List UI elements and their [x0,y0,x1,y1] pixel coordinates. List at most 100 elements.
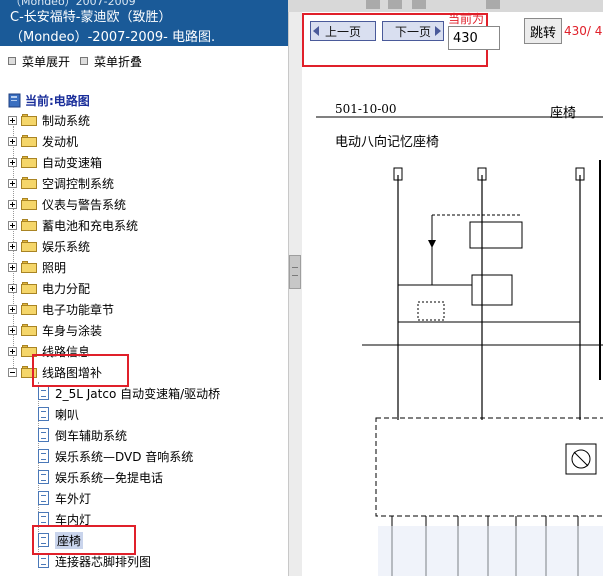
page-number-input[interactable] [448,26,500,50]
expand-icon [8,57,16,65]
expand-icon[interactable] [8,199,17,209]
arrow-right-icon [435,26,441,36]
folder-icon [21,240,37,252]
expand-icon[interactable] [8,283,17,293]
document-title-bar: （Mondeo）2007-2009 C-长安福特-蒙迪欧（致胜） （Mondeo… [0,0,288,46]
expand-icon[interactable] [8,346,17,356]
folder-icon [21,282,37,294]
folder-icon [21,324,37,336]
window-top-strip [288,0,603,12]
scrollbar-thumb[interactable] [289,255,301,289]
tree-item-label: 照明 [42,260,67,275]
expand-icon[interactable] [8,178,17,188]
document-title-line-1: C-长安福特-蒙迪欧（致胜） [10,10,172,25]
tree-item-label: 发动机 [42,134,79,149]
expand-icon[interactable] [8,304,17,314]
tree-item-lighting[interactable]: 照明 [8,257,66,277]
tree-child-label: 倒车辅助系统 [55,428,128,443]
expand-menu-button[interactable]: 菜单展开 [8,53,70,70]
expand-icon[interactable] [8,220,17,230]
next-page-button[interactable]: 下一页 [382,21,444,41]
expand-menu-label: 菜单展开 [22,54,71,69]
tree-item-automatic-transmission[interactable]: 自动变速箱 [8,152,102,172]
previous-page-label: 上一页 [324,24,361,39]
collapse-menu-label: 菜单折叠 [94,54,143,69]
document-icon [38,470,49,484]
tree-item-body-paint[interactable]: 车身与涂装 [8,320,102,340]
tree-item-label: 自动变速箱 [42,155,103,170]
previous-page-button[interactable]: 上一页 [310,21,376,41]
pane-scrollbar[interactable] [288,12,302,576]
menu-controls: 菜单展开 菜单折叠 [8,52,152,70]
wiring-schematic [302,80,603,576]
expand-icon[interactable] [8,241,17,251]
folder-icon [21,198,37,210]
tree-item-battery-charging[interactable]: 蓄电池和充电系统 [8,215,138,235]
folder-icon [21,177,37,189]
document-icon [38,512,49,526]
tree-child-parking-aid[interactable]: 倒车辅助系统 [38,425,127,445]
collapse-icon[interactable] [8,367,17,377]
tree-item-climate-control[interactable]: 空调控制系统 [8,173,114,193]
tree-child-label: 喇叭 [55,407,80,422]
document-icon [38,428,49,442]
tree-child-label: 娱乐系统—DVD 音响系统 [55,449,194,464]
folder-icon [21,303,37,315]
tree-item-electronic-features[interactable]: 电子功能章节 [8,299,114,319]
expand-icon[interactable] [8,115,17,125]
tree-item-label: 空调控制系统 [42,176,115,191]
tree-child-handsfree-phone[interactable]: 娱乐系统—免提电话 [38,467,163,487]
tree-child-dvd-audio[interactable]: 娱乐系统—DVD 音响系统 [38,446,193,466]
tree-item-label: 仪表与警告系统 [42,197,127,212]
collapse-menu-button[interactable]: 菜单折叠 [80,53,142,70]
document-icon [38,449,49,463]
toolbar-glyph [412,0,426,9]
tree-item-brakes[interactable]: 制动系统 [8,110,90,130]
tree-child-label: 2_5L Jatco 自动变速箱/驱动桥 [55,386,221,401]
folder-icon [21,114,37,126]
tree-item-instrument-warning[interactable]: 仪表与警告系统 [8,194,126,214]
page-count-indicator: 430/ 46 [564,24,603,38]
toolbar-glyph [366,0,380,9]
tree-item-label: 电子功能章节 [42,302,115,317]
tree-item-engine[interactable]: 发动机 [8,131,78,151]
wiring-schematic-drawing [316,116,603,576]
go-to-page-button[interactable]: 跳转 [524,18,562,44]
highlight-box-wiring-supplement [32,354,129,387]
toolbar-glyph [388,0,402,9]
expand-icon[interactable] [8,136,17,146]
current-page-label: 当前为 [448,12,485,26]
folder-icon [21,219,37,231]
tree-child-label: 连接器芯脚排列图 [55,554,152,569]
tree-item-label: 电力分配 [42,281,91,296]
book-icon [8,93,21,107]
tree-child-exterior-lights[interactable]: 车外灯 [38,488,91,508]
current-location-label: 当前:电路图 [25,93,90,108]
next-page-label: 下一页 [394,24,431,39]
expand-icon[interactable] [8,262,17,272]
tree-child-horn[interactable]: 喇叭 [38,404,79,424]
folder-icon [21,156,37,168]
navigation-pane: （Mondeo）2007-2009 C-长安福特-蒙迪欧（致胜） （Mondeo… [0,0,288,576]
folder-icon [21,261,37,273]
document-icon [38,554,49,568]
expand-icon[interactable] [8,157,17,167]
document-icon [38,491,49,505]
expand-icon[interactable] [8,325,17,335]
folder-icon [21,135,37,147]
arrow-left-icon [313,26,319,36]
tree-item-label: 制动系统 [42,113,91,128]
tree-item-label: 娱乐系统 [42,239,91,254]
document-icon [38,386,49,400]
current-location[interactable]: 当前:电路图 [8,91,90,109]
document-title-line-2: （Mondeo）-2007-2009- 电路图. [10,30,216,45]
tree-child-label: 娱乐系统—免提电话 [55,470,164,485]
highlight-box-seats [32,525,136,555]
tree-item-power-distribution[interactable]: 电力分配 [8,278,90,298]
tree-item-entertainment[interactable]: 娱乐系统 [8,236,90,256]
tree-item-label: 蓄电池和充电系统 [42,218,139,233]
collapse-icon [80,57,89,65]
tree-item-label: 车身与涂装 [42,323,103,338]
toolbar-glyph [486,0,500,9]
tree-child-label: 车外灯 [55,491,92,506]
